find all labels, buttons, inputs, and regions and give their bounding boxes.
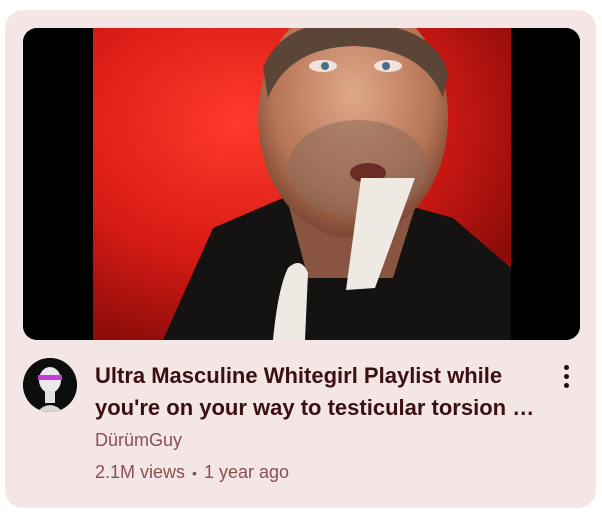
menu-dot [563, 373, 569, 379]
thumbnail-image [23, 28, 580, 340]
upload-age: 1 year ago [203, 462, 289, 482]
video-metadata: 2.1M views • 1 year ago [95, 462, 289, 483]
video-thumbnail[interactable] [23, 28, 580, 340]
channel-avatar[interactable] [23, 358, 77, 412]
statue-avatar-icon [23, 358, 77, 412]
metadata-separator: • [192, 464, 197, 481]
video-title[interactable]: Ultra Masculine Whitegirl Playlist while… [95, 360, 555, 424]
menu-dot [563, 364, 569, 370]
video-card[interactable]: Ultra Masculine Whitegirl Playlist while… [5, 10, 596, 508]
more-vertical-icon[interactable] [556, 360, 576, 392]
menu-dot [563, 382, 569, 388]
channel-name[interactable]: DürümGuy [95, 430, 182, 451]
view-count: 2.1M views [95, 462, 186, 482]
